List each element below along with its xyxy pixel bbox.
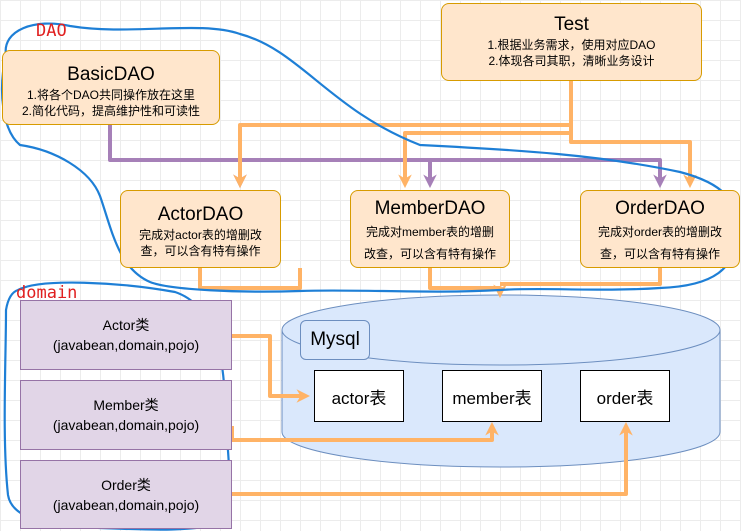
basic-dao-node[interactable]: BasicDAO 1.将各个DAO共同操作放在这里 2.简化代码，提高维护性和可…: [2, 50, 220, 125]
test-node[interactable]: Test 1.根据业务需求，使用对应DAO 2.体现各司其职，清晰业务设计: [441, 3, 702, 81]
order-dao-title: OrderDAO: [615, 198, 705, 219]
actor-class-node[interactable]: Actor类 (javabean,domain,pojo): [20, 300, 232, 370]
order-dao-desc-line2: 查，可以含有特有操作: [599, 247, 720, 261]
test-title: Test: [554, 14, 589, 35]
basic-dao-title: BasicDAO: [67, 64, 155, 85]
order-class-name: Order类: [101, 476, 151, 493]
order-dao-desc-line1: 完成对order表的增删改: [597, 225, 722, 239]
member-class-desc: (javabean,domain,pojo): [52, 417, 200, 433]
arrow-basic-to-member: [240, 158, 437, 189]
orange-test-arrows: [233, 81, 697, 189]
basic-dao-desc-line1: 1.将各个DAO共同操作放在这里: [26, 88, 195, 102]
member-table-node[interactable]: member表: [442, 370, 542, 422]
actor-dao-desc-line1: 完成对actor表的增删改: [139, 228, 262, 242]
order-class-node[interactable]: Order类 (javabean,domain,pojo): [20, 460, 232, 529]
test-desc-line1: 1.根据业务需求，使用对应DAO: [487, 38, 656, 52]
actor-class-desc: (javabean,domain,pojo): [52, 337, 200, 353]
test-desc-line2: 2.体现各司其职，清晰业务设计: [488, 54, 655, 68]
member-class-node[interactable]: Member类 (javabean,domain,pojo): [20, 380, 232, 450]
member-dao-title: MemberDAO: [374, 198, 486, 219]
arrow-basic-to-actor: [108, 125, 247, 189]
order-class-desc: (javabean,domain,pojo): [52, 496, 200, 513]
order-dao-node[interactable]: OrderDAO 完成对order表的增删改 查，可以含有特有操作: [580, 190, 740, 268]
actor-dao-desc-line2: 查，可以含有特有操作: [140, 244, 261, 258]
actor-class-name: Actor类: [102, 317, 150, 333]
actor-dao-node[interactable]: ActorDAO 完成对actor表的增删改 查，可以含有特有操作: [120, 190, 281, 268]
arrow-actor-dao-to-db: [198, 268, 302, 290]
arrow-order-dao-to-db: [500, 268, 662, 286]
basic-dao-desc-line2: 2.简化代码，提高维护性和可读性: [21, 104, 200, 118]
order-table-node[interactable]: order表: [580, 370, 670, 422]
member-dao-desc-line2: 改查，可以含有特有操作: [363, 247, 496, 261]
arrow-basic-to-order: [430, 158, 667, 189]
actor-table-node[interactable]: actor表: [314, 370, 404, 422]
mysql-label[interactable]: Mysql: [300, 320, 370, 360]
actor-dao-title: ActorDAO: [157, 204, 244, 225]
member-dao-node[interactable]: MemberDAO 完成对member表的增删 改查，可以含有特有操作: [350, 190, 510, 268]
dao-group-label: DAO: [36, 21, 67, 41]
member-dao-desc-line1: 完成对member表的增删: [365, 225, 494, 239]
member-class-name: Member类: [93, 397, 159, 413]
purple-inheritance-arrows: [108, 125, 667, 189]
